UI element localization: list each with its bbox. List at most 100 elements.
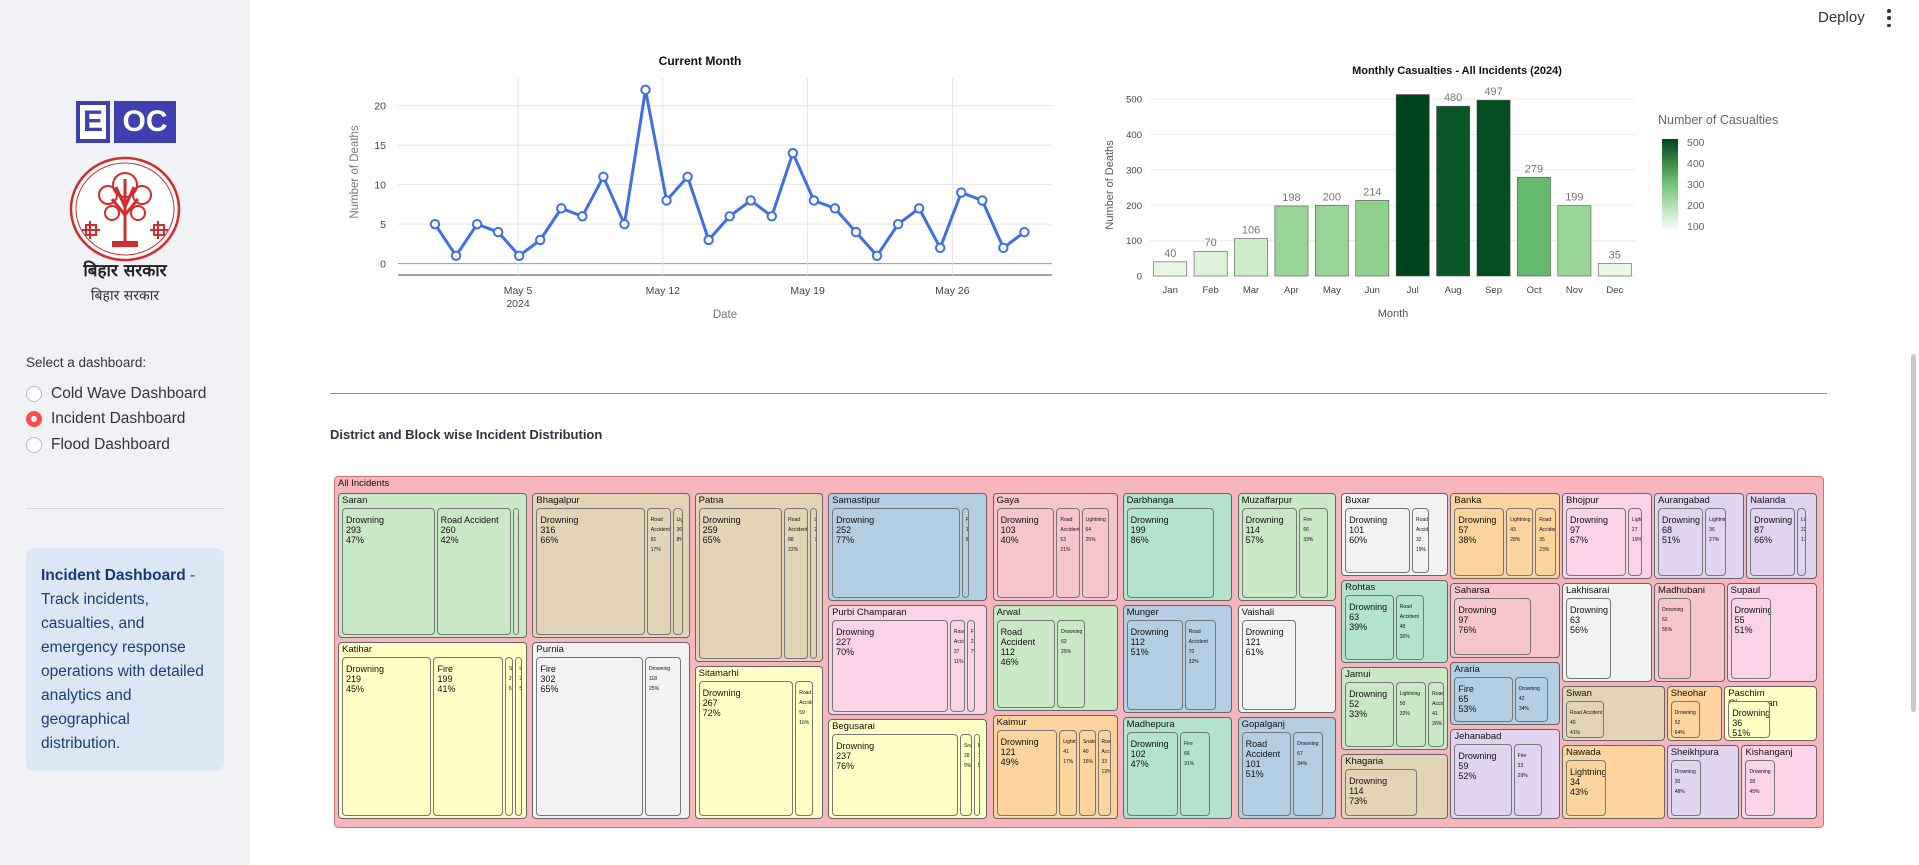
treemap-district-samastipur[interactable]: Samastipur Drowning 252 77% Fire 18 6% bbox=[828, 493, 988, 601]
line-point[interactable] bbox=[703, 234, 714, 246]
treemap-block[interactable]: Road Accident 37 11% bbox=[949, 620, 965, 712]
treemap-block[interactable]: Drowning 62 25% bbox=[1057, 620, 1086, 708]
treemap-district-supaul[interactable]: Supaul Drowning 55 51% bbox=[1726, 583, 1817, 682]
treemap-block[interactable]: Fire 65 53% bbox=[1454, 677, 1513, 722]
treemap-block[interactable]: Drowning 112 51% bbox=[1126, 620, 1183, 710]
line-point[interactable] bbox=[766, 211, 777, 222]
treemap-district-saharsa[interactable]: Saharsa Drowning 97 76% bbox=[1450, 583, 1560, 658]
treemap-district-saran[interactable]: Saran Drowning 293 47% Road Accident 260 4… bbox=[338, 493, 527, 638]
treemap-block[interactable]: Lightning 36 8% bbox=[672, 508, 683, 635]
radio-circle[interactable] bbox=[26, 386, 42, 402]
treemap-block[interactable]: Drowning 67 34% bbox=[1293, 732, 1323, 816]
treemap-block[interactable]: Fire 66 33% bbox=[1299, 508, 1328, 598]
treemap-block[interactable]: Drowning 227 70% bbox=[832, 620, 948, 712]
treemap-district-nalanda[interactable]: Nalanda Drowning 87 66% Lightning 22 17% bbox=[1746, 493, 1817, 579]
treemap-block[interactable]: Fire 199 41% bbox=[433, 657, 503, 816]
line-point[interactable] bbox=[640, 84, 651, 96]
bar-jul[interactable] bbox=[1395, 94, 1430, 277]
treemap-district-muzaffarpur[interactable]: Muzaffarpur Drowning 114 57% Fire 66 33% bbox=[1237, 493, 1336, 601]
treemap-block[interactable]: Road Accident 33 13% bbox=[1097, 730, 1111, 816]
treemap-block[interactable]: Fire 66 31% bbox=[1180, 732, 1211, 816]
treemap-district-kishanganj[interactable]: Kishanganj Drowning 28 45% bbox=[1741, 745, 1817, 819]
treemap-block[interactable]: Drowning 63 56% bbox=[1566, 598, 1612, 679]
treemap-district-darbhanga[interactable]: Darbhanga Drowning 199 86% bbox=[1122, 493, 1233, 601]
radio-cold-wave[interactable]: Cold Wave Dashboard bbox=[26, 385, 206, 403]
line-point[interactable] bbox=[429, 218, 441, 230]
line-point[interactable] bbox=[745, 195, 756, 206]
line-point[interactable] bbox=[998, 242, 1009, 254]
treemap-block[interactable]: Lightning 22 17% bbox=[1796, 508, 1806, 576]
treemap-district-madhubani[interactable]: Madhubani Drowning 62 55% bbox=[1654, 583, 1725, 682]
bar-nov[interactable] bbox=[1557, 205, 1592, 277]
treemap-district-paschim-champaran[interactable]: Paschim ChamparanDrowning 36 51% bbox=[1724, 686, 1817, 741]
treemap-block[interactable]: Drowning 36 51% bbox=[1728, 701, 1771, 738]
treemap-district-gopalganj[interactable]: Gopalganj Road Accident 101 51% Drowning 6… bbox=[1237, 717, 1336, 819]
treemap-district-munger[interactable]: Munger Drowning 112 51% Road Accident 70 3… bbox=[1122, 605, 1233, 713]
treemap-block[interactable]: Road Accident 35 23% bbox=[1535, 508, 1556, 576]
treemap-block[interactable]: Road Accident 59 16% bbox=[795, 681, 813, 816]
treemap-block[interactable]: Drowning 121 49% bbox=[996, 730, 1058, 816]
treemap-block[interactable]: Fire 18 6% bbox=[961, 508, 969, 598]
treemap-district-kaimur[interactable]: Kaimur Drowning 121 49% Lightning 41 17% Sn… bbox=[992, 715, 1119, 819]
treemap-district-bhagalpur[interactable]: Bhagalpur Drowning 316 66% Road Accident 8… bbox=[532, 493, 691, 638]
treemap-district-bhojpur[interactable]: Bhojpur Drowning 97 67% Lightning 27 19% bbox=[1562, 493, 1653, 579]
treemap-block[interactable]: Road Accident 41 26% bbox=[1428, 682, 1445, 747]
treemap-district-begusarai[interactable]: Begusarai Drowning 237 76% Snakebite 28 9%… bbox=[828, 719, 988, 819]
line-point[interactable] bbox=[577, 211, 588, 222]
deploy-button[interactable]: Deploy bbox=[1818, 9, 1865, 26]
treemap-block[interactable]: Drowning 62 55% bbox=[1658, 598, 1692, 679]
bar-mar[interactable] bbox=[1234, 238, 1268, 277]
treemap-district-nawada[interactable]: Nawada Lightning 34 43% bbox=[1562, 745, 1665, 819]
treemap-block[interactable]: Snakebite 40 16% bbox=[1078, 730, 1096, 816]
treemap-district-vaishali[interactable]: Vaishali Drowning 121 61% bbox=[1237, 605, 1336, 713]
treemap-block[interactable]: Drowning 252 77% bbox=[832, 508, 960, 598]
treemap-block[interactable]: Drowning 121 61% bbox=[1241, 620, 1296, 710]
treemap-block[interactable]: Lightning 43 28% bbox=[1506, 508, 1534, 576]
treemap-block[interactable]: Drowning 101 60% bbox=[1345, 508, 1410, 573]
treemap-block[interactable]: Snakebite 28 9% bbox=[960, 734, 972, 816]
treemap-block[interactable]: Lightning 27 19% bbox=[1627, 508, 1642, 576]
treemap-block[interactable]: Fire 33 29% bbox=[1513, 744, 1542, 816]
treemap-block[interactable]: Drowning 219 45% bbox=[342, 657, 432, 816]
treemap-block[interactable]: Lightning 36 27% bbox=[1705, 508, 1726, 576]
treemap-district-arwal[interactable]: Arwal Road Accident 112 46% Drowning 62 25… bbox=[992, 605, 1119, 711]
treemap-district-purnia[interactable]: Purnia Fire 302 65% Drowning 118 25% bbox=[532, 642, 691, 819]
line-point[interactable] bbox=[892, 218, 904, 230]
treemap-block[interactable]: Drowning 28 45% bbox=[1745, 760, 1775, 816]
radio-incident[interactable]: Incident Dashboard bbox=[26, 410, 185, 428]
treemap-root[interactable]: All Incidents Saran Drowning 293 47% Road … bbox=[334, 476, 1824, 828]
treemap-district-patna[interactable]: Patna Drowning 259 65% Road Accident 88 22… bbox=[694, 493, 823, 662]
line-point[interactable] bbox=[598, 171, 609, 182]
treemap-block[interactable]: Drowning 316 66% bbox=[536, 508, 645, 635]
treemap-district-sitamarhi[interactable]: Sitamarhi Drowning 267 72% Road Accident 5… bbox=[694, 666, 823, 819]
treemap-block[interactable]: Drowning 55 51% bbox=[1730, 598, 1772, 679]
bar-dec[interactable] bbox=[1597, 263, 1632, 277]
main-menu-icon[interactable] bbox=[1886, 9, 1892, 27]
bar-may[interactable] bbox=[1315, 204, 1349, 277]
treemap-block[interactable]: Drowning 68 51% bbox=[1658, 508, 1704, 576]
treemap-block[interactable]: Drowning 237 76% bbox=[832, 734, 959, 816]
treemap-block[interactable]: Lightning 26 7% bbox=[810, 508, 817, 659]
line-point[interactable] bbox=[935, 242, 946, 254]
treemap-block[interactable]: Lightning 34 43% bbox=[1566, 760, 1606, 816]
line-point[interactable] bbox=[471, 218, 483, 230]
bar-feb[interactable] bbox=[1193, 250, 1228, 277]
line-point[interactable] bbox=[850, 226, 862, 238]
line-point[interactable] bbox=[682, 171, 693, 182]
treemap-block[interactable]: Fire 302 65% bbox=[536, 657, 644, 816]
treemap-block[interactable]: Drowning 293 47% bbox=[342, 508, 435, 635]
treemap-block[interactable]: Road Accident 48 30% bbox=[1395, 595, 1425, 660]
treemap-block[interactable]: Drowning 52 33% bbox=[1345, 682, 1394, 747]
treemap-block[interactable]: Road Accident 101 51% bbox=[1241, 732, 1292, 816]
line-point[interactable] bbox=[956, 187, 967, 198]
treemap-block[interactable]: Lightning 23 5% bbox=[515, 657, 523, 816]
treemap-block[interactable]: Lightning 64 25% bbox=[1081, 508, 1110, 598]
bar-jan[interactable] bbox=[1153, 261, 1188, 277]
treemap-district-siwan[interactable]: Siwan Road Accident 40 41% bbox=[1562, 686, 1665, 741]
treemap-block[interactable]: Drowning 87 66% bbox=[1750, 508, 1795, 576]
treemap-block[interactable]: Road Accident 32 19% bbox=[1411, 508, 1430, 573]
treemap-block[interactable]: Drowning 57 38% bbox=[1454, 508, 1505, 576]
treemap-district-aurangabad[interactable]: Aurangabad Drowning 68 51% Lightning 36 27… bbox=[1654, 493, 1745, 579]
treemap-block[interactable]: Fire 16 5% bbox=[973, 734, 980, 816]
line-point[interactable] bbox=[556, 203, 567, 214]
